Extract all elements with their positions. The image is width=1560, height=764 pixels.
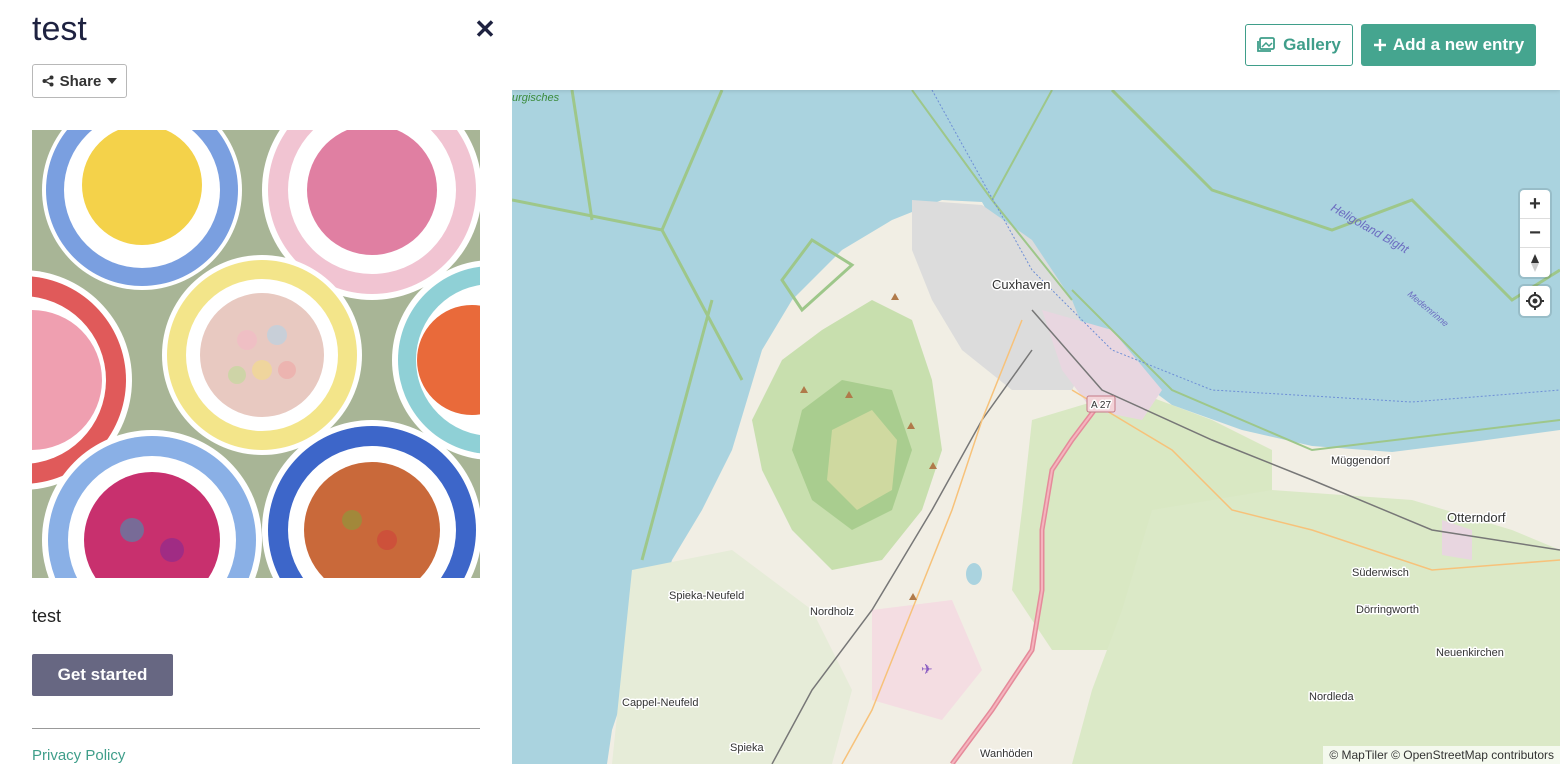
place-otterndorf: Otterndorf (1447, 510, 1506, 525)
place-spieka: Spieka (730, 742, 765, 754)
zoom-in-button[interactable]: + (1520, 190, 1550, 219)
top-bar: Gallery Add a new entry (512, 0, 1560, 90)
zoom-control: + − (1520, 190, 1550, 277)
compass-button[interactable] (1520, 248, 1550, 277)
divider (32, 728, 480, 729)
place-wanhoden: Wanhöden (980, 748, 1033, 760)
entry-title: test (32, 10, 87, 48)
airport-icon: ✈ (921, 662, 933, 678)
compass-icon (1531, 253, 1539, 272)
map-attribution[interactable]: © MapTiler © OpenStreetMap contributors (1323, 746, 1560, 764)
gallery-label: Gallery (1283, 35, 1341, 54)
add-entry-label: Add a new entry (1392, 35, 1525, 54)
gallery-icon (1257, 37, 1276, 52)
caret-down-icon (107, 78, 118, 84)
place-nordleda: Nordleda (1309, 691, 1355, 703)
share-icon (42, 75, 54, 87)
a27-label: A 27 (1091, 400, 1111, 411)
place-spieka-neufeld: Spieka-Neufeld (669, 590, 744, 602)
geolocate-button[interactable] (1520, 286, 1550, 316)
privacy-policy-link[interactable]: Privacy Policy (32, 747, 125, 764)
gallery-button[interactable]: Gallery (1245, 24, 1353, 66)
place-cappel-neufeld: Cappel-Neufeld (622, 697, 698, 709)
get-started-button[interactable]: Get started (32, 654, 173, 696)
map-canvas[interactable]: ✈ A 27 Cuxhaven Otterndorf Müggendorf Sü… (512, 90, 1560, 764)
zoom-out-button[interactable]: − (1520, 219, 1550, 248)
place-neuenkirchen: Neuenkirchen (1436, 647, 1504, 659)
place-suderwisch: Süderwisch (1352, 567, 1409, 579)
close-icon[interactable]: ✕ (472, 16, 498, 42)
place-nordholz: Nordholz (810, 606, 854, 618)
share-button[interactable]: Share (32, 64, 127, 98)
place-dorringworth: Dörringworth (1356, 604, 1419, 616)
locate-icon (1526, 292, 1544, 310)
plus-icon (1373, 39, 1386, 51)
share-label: Share (59, 72, 102, 90)
entry-description: test (32, 606, 62, 626)
add-entry-button[interactable]: Add a new entry (1361, 24, 1536, 66)
place-muggendorf: Müggendorf (1331, 455, 1391, 467)
place-cuxhaven: Cuxhaven (992, 277, 1051, 292)
entry-panel: test ✕ Share test Get started Privacy Po… (0, 0, 512, 764)
place-hamburgisches: urgisches (512, 92, 560, 104)
entry-image (32, 130, 480, 578)
